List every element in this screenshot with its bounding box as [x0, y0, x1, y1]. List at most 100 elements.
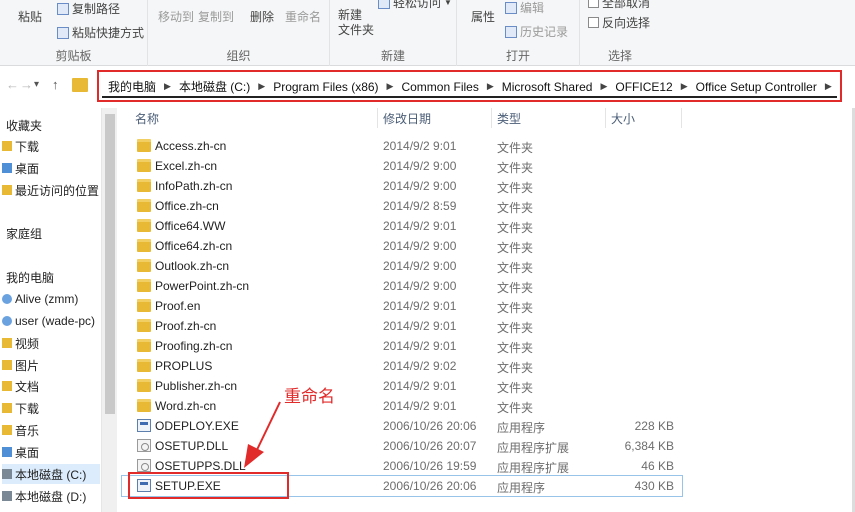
- breadcrumb-office-setup-controller[interactable]: Office Setup Controller: [690, 80, 823, 94]
- file-row[interactable]: OSETUP.DLL 2006/10/26 20:07 应用程序扩展 6,384 KB: [122, 436, 682, 456]
- column-header-type[interactable]: 类型: [497, 110, 521, 127]
- folder-icon: [137, 319, 151, 332]
- column-divider[interactable]: [605, 108, 606, 128]
- select-group: 全部取消 反向选择 选择: [580, 0, 660, 66]
- sidebar-item-alive-zmm[interactable]: Alive (zmm): [2, 289, 78, 309]
- sidebar-item-documents[interactable]: 文档: [2, 376, 39, 396]
- folder-row[interactable]: Proofing.zh-cn 2014/9/2 9:01 文件夹: [122, 336, 682, 356]
- folder-row[interactable]: PROPLUS 2014/9/2 9:02 文件夹: [122, 356, 682, 376]
- sidebar-item-desktop[interactable]: 桌面: [2, 158, 39, 178]
- sidebar-item-pictures[interactable]: 图片: [2, 355, 39, 375]
- open-group: 属性 编辑 历史记录 打开: [457, 0, 580, 66]
- file-modified-date: 2014/9/2 9:00: [383, 159, 457, 173]
- breadcrumb-separator-icon: ▶: [164, 81, 171, 91]
- breadcrumb-my-computer[interactable]: 我的电脑: [102, 78, 162, 95]
- folder-row[interactable]: Publisher.zh-cn 2014/9/2 9:01 文件夹: [122, 376, 682, 396]
- back-button[interactable]: ←: [6, 77, 19, 92]
- column-header-date[interactable]: 修改日期: [383, 110, 431, 127]
- scrollbar-thumb[interactable]: [105, 114, 115, 414]
- up-button[interactable]: ↑: [52, 77, 59, 92]
- column-divider[interactable]: [681, 108, 682, 128]
- sidebar-item-videos[interactable]: 视频: [2, 333, 39, 353]
- navigation-bar: ← → ▾ ↑ 我的电脑 ▶ 本地磁盘 (C:) ▶ Program Files (…: [0, 66, 855, 108]
- file-type: 文件夹: [497, 161, 534, 175]
- folder-icon: [137, 379, 151, 392]
- file-type: 文件夹: [497, 221, 534, 235]
- organize-group-label: 组织: [226, 49, 251, 63]
- paste-button[interactable]: 粘贴: [18, 8, 42, 25]
- sidebar-item-downloads[interactable]: 下载: [2, 136, 39, 156]
- file-modified-date: 2014/9/2 9:01: [383, 219, 457, 233]
- column-divider[interactable]: [491, 108, 492, 128]
- sidebar-item-local-disk-d[interactable]: 本地磁盘 (D:): [2, 486, 86, 506]
- user-icon: [2, 316, 12, 326]
- sidebar-item-local-disk-c[interactable]: 本地磁盘 (C:): [2, 464, 100, 484]
- folder-row[interactable]: Outlook.zh-cn 2014/9/2 9:00 文件夹: [122, 256, 682, 276]
- rename-button[interactable]: 重命名: [285, 8, 321, 25]
- sidebar-item-homegroup[interactable]: 家庭组: [6, 223, 42, 243]
- file-type: 应用程序: [497, 421, 546, 435]
- sidebar-item-music[interactable]: 音乐: [2, 420, 39, 440]
- sidebar-item-downloads-2[interactable]: 下载: [2, 398, 39, 418]
- folder-row[interactable]: Proof.zh-cn 2014/9/2 9:01 文件夹: [122, 316, 682, 336]
- sidebar-item-my-computer[interactable]: 我的电脑: [6, 267, 54, 287]
- sidebar-scrollbar[interactable]: [101, 108, 117, 512]
- file-name: OSETUPPS.DLL: [155, 459, 246, 473]
- forward-button[interactable]: →: [20, 77, 33, 92]
- folder-row[interactable]: Proof.en 2014/9/2 9:01 文件夹: [122, 296, 682, 316]
- breadcrumb-local-disk-c[interactable]: 本地磁盘 (C:): [173, 78, 256, 95]
- sidebar-item-favorites[interactable]: 收藏夹: [6, 115, 42, 135]
- edit-button[interactable]: 编辑: [505, 0, 544, 16]
- folder-row[interactable]: InfoPath.zh-cn 2014/9/2 9:00 文件夹: [122, 176, 682, 196]
- breadcrumb-common-files[interactable]: Common Files: [395, 80, 484, 94]
- recent-locations-button[interactable]: ▾: [34, 79, 39, 90]
- ribbon: 粘贴 复制路径 粘贴快捷方式 剪贴板 移动到 复制到 删除 重命名 组织 新建 …: [0, 0, 855, 66]
- column-divider[interactable]: [377, 108, 378, 128]
- sidebar-item-user-wade-pc[interactable]: user (wade-pc): [2, 311, 95, 331]
- folder-row[interactable]: Office64.zh-cn 2014/9/2 9:00 文件夹: [122, 236, 682, 256]
- breadcrumb-program-files-x86[interactable]: Program Files (x86): [267, 80, 384, 94]
- history-button[interactable]: 历史记录: [505, 23, 568, 40]
- easy-access-icon: [378, 0, 390, 9]
- new-folder-button[interactable]: 新建 文件夹: [338, 8, 374, 38]
- copy-path-button[interactable]: 复制路径: [57, 0, 120, 17]
- folder-icon: [72, 78, 88, 92]
- column-headers: 名称 修改日期 类型 大小: [122, 108, 682, 128]
- file-type: 文件夹: [497, 241, 534, 255]
- application-icon: [137, 419, 151, 432]
- breadcrumb-microsoft-shared[interactable]: Microsoft Shared: [496, 80, 599, 94]
- file-type: 文件夹: [497, 181, 534, 195]
- properties-button[interactable]: 属性: [471, 8, 495, 25]
- folder-row[interactable]: PowerPoint.zh-cn 2014/9/2 9:00 文件夹: [122, 276, 682, 296]
- address-bar[interactable]: 我的电脑 ▶ 本地磁盘 (C:) ▶ Program Files (x86) ▶ Co…: [102, 77, 837, 98]
- file-type: 文件夹: [497, 401, 534, 415]
- folder-row[interactable]: Access.zh-cn 2014/9/2 9:01 文件夹: [122, 136, 682, 156]
- easy-access-button[interactable]: 轻松访问 ▼: [378, 0, 452, 11]
- file-name: Publisher.zh-cn: [155, 379, 238, 393]
- column-header-name[interactable]: 名称: [135, 110, 159, 127]
- folder-row[interactable]: Office.zh-cn 2014/9/2 8:59 文件夹: [122, 196, 682, 216]
- column-header-size[interactable]: 大小: [611, 110, 635, 127]
- clipboard-group-label: 剪贴板: [55, 49, 92, 63]
- folder-row[interactable]: Office64.WW 2014/9/2 9:01 文件夹: [122, 216, 682, 236]
- user-icon: [2, 294, 12, 304]
- folder-row[interactable]: Excel.zh-cn 2014/9/2 9:00 文件夹: [122, 156, 682, 176]
- file-name: Proof.zh-cn: [155, 319, 217, 333]
- copy-to-button[interactable]: 复制到: [198, 8, 234, 25]
- invert-selection-button[interactable]: 反向选择: [588, 14, 650, 31]
- sidebar-item-recent-places[interactable]: 最近访问的位置: [2, 180, 99, 200]
- breadcrumb-separator-icon: ▶: [486, 81, 494, 91]
- paste-shortcut-button[interactable]: 粘贴快捷方式: [57, 24, 144, 41]
- file-row[interactable]: ODEPLOY.EXE 2006/10/26 20:06 应用程序 228 KB: [122, 416, 682, 436]
- move-to-button[interactable]: 移动到: [158, 8, 194, 25]
- delete-button[interactable]: 删除: [250, 8, 274, 25]
- breadcrumb-office12[interactable]: OFFICE12: [609, 80, 678, 94]
- sidebar-item-desktop-2[interactable]: 桌面: [2, 442, 39, 462]
- breadcrumb-separator-icon: ▶: [386, 81, 394, 91]
- file-type: 应用程序扩展: [497, 441, 570, 455]
- file-type: 文件夹: [497, 141, 534, 155]
- select-none-button[interactable]: 全部取消: [588, 0, 650, 11]
- pictures-icon: [2, 360, 12, 370]
- paste-shortcut-icon: [57, 26, 69, 39]
- folder-row[interactable]: Word.zh-cn 2014/9/2 9:01 文件夹: [122, 396, 682, 416]
